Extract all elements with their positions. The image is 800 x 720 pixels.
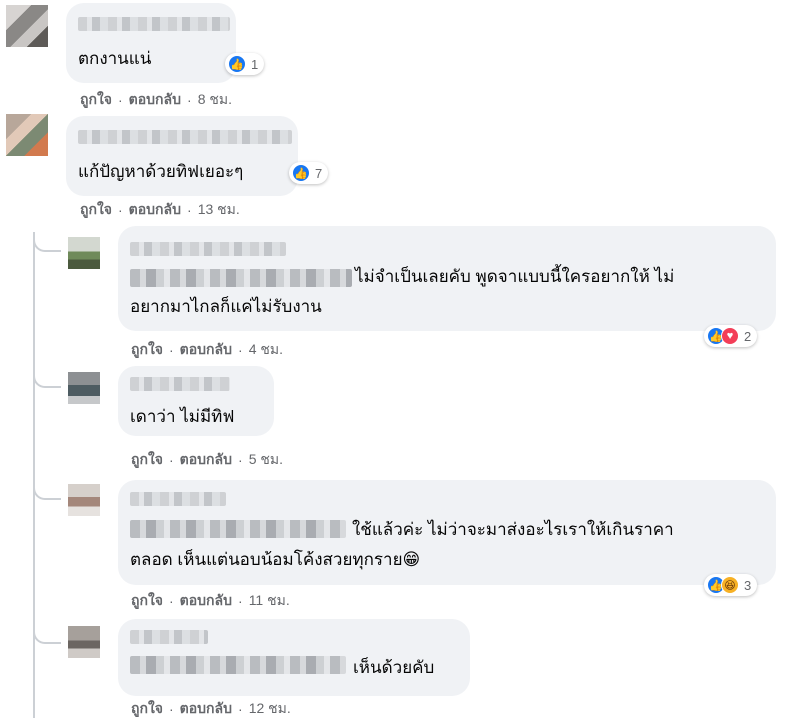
author-name-blurred[interactable]	[78, 130, 292, 144]
avatar[interactable]	[68, 484, 100, 516]
separator: ·	[118, 202, 123, 218]
avatar[interactable]	[68, 237, 100, 269]
blurred-mention	[130, 520, 346, 538]
like-link[interactable]: ถูกใจ	[80, 199, 112, 221]
separator: ·	[169, 342, 174, 358]
comment-text-line-1: ไม่จำเป็นเลยคับ พูดจาแบบนี้ใครอยากให้ ไม…	[355, 267, 675, 286]
author-name-blurred[interactable]	[130, 242, 286, 256]
reply-link[interactable]: ตอบกลับ	[129, 89, 181, 111]
timestamp[interactable]: 12 ชม.	[249, 698, 291, 720]
comment-actions: ถูกใจ · ตอบกลับ · 4 ชม.	[131, 339, 283, 361]
comment-actions: ถูกใจ · ตอบกลับ · 12 ชม.	[131, 698, 291, 720]
separator: ·	[238, 593, 243, 609]
avatar[interactable]	[6, 5, 48, 47]
comment-actions: ถูกใจ · ตอบกลับ · 5 ชม.	[131, 449, 283, 471]
separator: ·	[238, 701, 243, 717]
like-link[interactable]: ถูกใจ	[131, 590, 163, 612]
separator: ·	[238, 452, 243, 468]
like-reaction-icon: 👍	[292, 164, 310, 182]
reply-link[interactable]: ตอบกลับ	[180, 698, 232, 720]
timestamp[interactable]: 5 ชม.	[249, 449, 283, 471]
reaction-count: 2	[744, 328, 752, 344]
reaction-summary[interactable]: 👍 7	[289, 162, 329, 184]
reaction-summary[interactable]: 👍 1	[225, 53, 265, 75]
reaction-summary[interactable]: 👍 😆 3	[704, 574, 758, 596]
comment-text-line-2: ตลอด เห็นแต่นอบน้อมโค้งสวยทุกราย😁	[130, 550, 421, 569]
comment-actions: ถูกใจ · ตอบกลับ · 8 ชม.	[80, 89, 232, 111]
author-name-blurred[interactable]	[130, 492, 226, 506]
comment-text: เห็นด้วยคับ	[353, 658, 435, 677]
comment-actions: ถูกใจ · ตอบกลับ · 11 ชม.	[131, 590, 290, 612]
reaction-count: 7	[315, 165, 323, 181]
separator: ·	[169, 452, 174, 468]
reply-connector	[33, 232, 61, 252]
love-reaction-icon: ♥	[721, 327, 739, 345]
blurred-mention	[130, 656, 346, 674]
comment-text: เดาว่า ไม่มีทิฟ	[130, 407, 235, 426]
reaction-count: 3	[744, 577, 752, 593]
like-link[interactable]: ถูกใจ	[131, 698, 163, 720]
author-name-blurred[interactable]	[130, 377, 230, 391]
avatar[interactable]	[6, 114, 48, 156]
timestamp[interactable]: 4 ชม.	[249, 339, 283, 361]
separator: ·	[118, 92, 123, 108]
author-name-blurred[interactable]	[130, 630, 208, 644]
timestamp[interactable]: 13 ชม.	[198, 199, 240, 221]
reply-link[interactable]: ตอบกลับ	[129, 199, 181, 221]
blurred-mention	[130, 269, 352, 287]
reply-link[interactable]: ตอบกลับ	[180, 590, 232, 612]
like-link[interactable]: ถูกใจ	[131, 339, 163, 361]
reaction-summary[interactable]: 👍 ♥ 2	[704, 325, 758, 347]
separator: ·	[187, 92, 192, 108]
reply-connector	[33, 624, 61, 644]
reply-connector	[33, 368, 61, 388]
reply-link[interactable]: ตอบกลับ	[180, 339, 232, 361]
separator: ·	[187, 202, 192, 218]
comment-actions: ถูกใจ · ตอบกลับ · 13 ชม.	[80, 199, 240, 221]
separator: ·	[169, 593, 174, 609]
reply-link[interactable]: ตอบกลับ	[180, 449, 232, 471]
like-link[interactable]: ถูกใจ	[131, 449, 163, 471]
reaction-count: 1	[251, 56, 259, 72]
separator: ·	[238, 342, 243, 358]
avatar[interactable]	[68, 372, 100, 404]
author-name-blurred[interactable]	[78, 17, 230, 31]
like-link[interactable]: ถูกใจ	[80, 89, 112, 111]
timestamp[interactable]: 8 ชม.	[198, 89, 232, 111]
comment-text-line-1: ใช้แล้วค่ะ ไม่ว่าจะมาส่งอะไรเราให้เกินรา…	[352, 520, 674, 539]
haha-reaction-icon: 😆	[721, 576, 739, 594]
comment-text: แก้ปัญหาด้วยทิฟเยอะๆ	[78, 162, 244, 181]
comment-text-line-2: อยากมาไกลก็แค่ไม่รับงาน	[130, 297, 322, 316]
reply-thread-line	[33, 232, 35, 718]
reply-connector	[33, 480, 61, 500]
avatar[interactable]	[68, 626, 100, 658]
timestamp[interactable]: 11 ชม.	[249, 590, 290, 612]
separator: ·	[169, 701, 174, 717]
comment-text: ตกงานแน่	[78, 49, 152, 68]
like-reaction-icon: 👍	[228, 55, 246, 73]
